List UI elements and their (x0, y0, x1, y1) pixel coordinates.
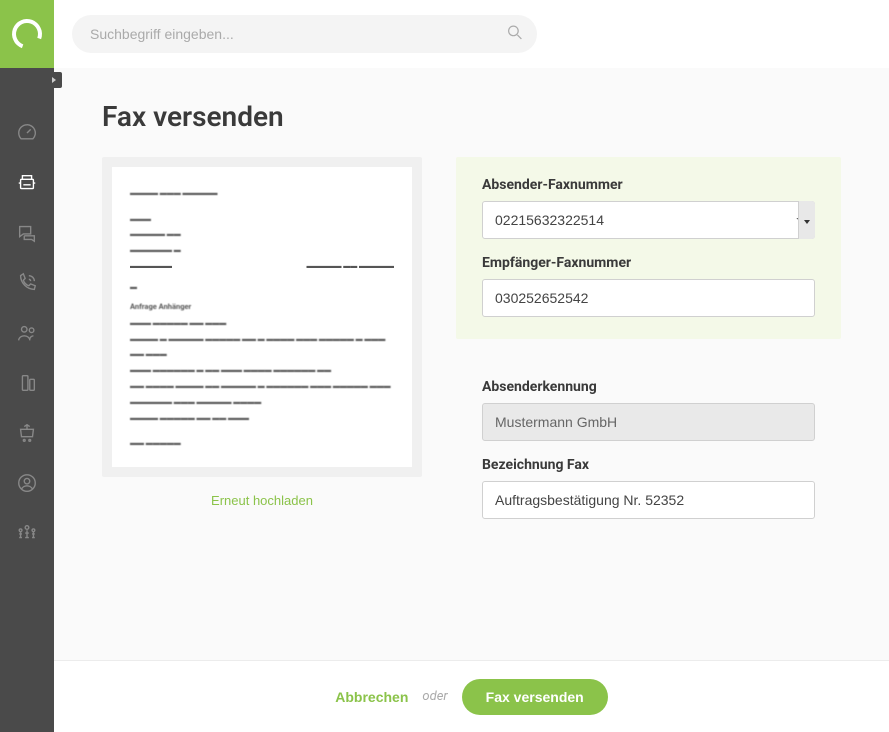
fax-icon (16, 172, 38, 194)
document-thumbnail: ▬▬▬▬ ▬▬▬ ▬▬▬▬▬ ▬▬▬ ▬▬▬▬▬ ▬▬ ▬▬▬▬▬▬ ▬ ▬▬▬… (112, 167, 412, 467)
cancel-button[interactable]: Abbrechen (335, 689, 408, 705)
fax-numbers-section: Absender-Faxnummer 02215632322514 Empfän… (456, 157, 841, 339)
fax-name-label: Bezeichnung Fax (482, 457, 815, 473)
phone-icon (16, 272, 38, 294)
main-content: Fax versenden ▬▬▬▬ ▬▬▬ ▬▬▬▬▬ ▬▬▬ ▬▬▬▬▬ ▬… (54, 0, 889, 732)
sender-fax-select[interactable]: 02215632322514 (482, 201, 815, 239)
sidebar (0, 0, 54, 732)
nav-account[interactable] (0, 458, 54, 508)
nav-devices[interactable] (0, 358, 54, 408)
send-fax-button[interactable]: Fax versenden (462, 679, 608, 715)
search-button[interactable] (507, 25, 523, 44)
expand-sidebar-toggle[interactable] (46, 72, 62, 88)
user-circle-icon (16, 472, 38, 494)
nav-dashboard[interactable] (0, 108, 54, 158)
nav-team[interactable] (0, 508, 54, 558)
footer-actions: Abbrechen oder Fax versenden (54, 660, 889, 732)
cart-icon (16, 422, 38, 444)
reupload-button[interactable]: Erneut hochladen (102, 477, 422, 516)
fax-meta-section: Absenderkennung Bezeichnung Fax (456, 359, 841, 541)
chat-icon (16, 222, 38, 244)
sender-fax-label: Absender-Faxnummer (482, 177, 815, 193)
fax-name-input[interactable] (482, 481, 815, 519)
team-icon (16, 522, 38, 544)
nav-fax[interactable] (0, 158, 54, 208)
logo[interactable] (0, 0, 54, 68)
topbar (54, 0, 889, 68)
gauge-icon (16, 122, 38, 144)
nav-calls[interactable] (0, 258, 54, 308)
nav-shop[interactable] (0, 408, 54, 458)
nav-contacts[interactable] (0, 308, 54, 358)
nav-chat[interactable] (0, 208, 54, 258)
recipient-fax-label: Empfänger-Faxnummer (482, 255, 815, 271)
search-icon (507, 25, 523, 41)
sender-id-input (482, 403, 815, 441)
device-icon (16, 372, 38, 394)
search-input[interactable] (72, 15, 537, 53)
document-preview: ▬▬▬▬ ▬▬▬ ▬▬▬▬▬ ▬▬▬ ▬▬▬▬▬ ▬▬ ▬▬▬▬▬▬ ▬ ▬▬▬… (102, 157, 422, 477)
sender-id-label: Absenderkennung (482, 379, 815, 395)
people-icon (16, 322, 38, 344)
recipient-fax-input[interactable] (482, 279, 815, 317)
or-separator: oder (422, 689, 447, 704)
nav-list (0, 68, 54, 558)
page-title: Fax versenden (54, 68, 889, 157)
